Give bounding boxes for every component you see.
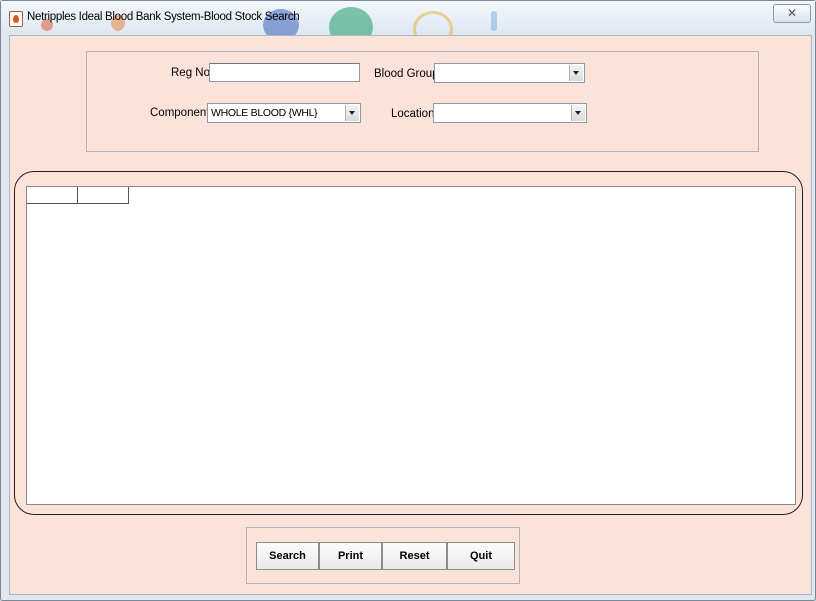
component-select[interactable]: WHOLE BLOOD {WHL} [207,103,361,123]
button-panel: Search Print Reset Quit [246,527,520,584]
blood-group-label: Blood Group [374,68,439,80]
chevron-down-icon[interactable] [571,105,585,121]
location-select[interactable] [433,103,587,123]
client-area: Reg No. Blood Group Component WHOLE BLOO… [9,35,812,595]
close-button[interactable]: ✕ [773,4,811,23]
chevron-down-icon[interactable] [569,65,583,81]
filter-panel: Reg No. Blood Group Component WHOLE BLOO… [86,51,759,152]
blood-drop-icon [9,11,23,27]
grid-header-cell[interactable] [78,187,129,204]
grid-header [27,187,129,204]
chevron-down-icon[interactable] [345,105,359,121]
title-bar: Netripples Ideal Blood Bank System-Blood… [1,1,815,47]
search-button[interactable]: Search [256,542,319,570]
reg-no-input[interactable] [209,63,360,82]
reset-button[interactable]: Reset [382,542,447,570]
location-label: Location [391,108,435,120]
component-value: WHOLE BLOOD {WHL} [211,107,318,119]
grid-header-cell[interactable] [27,187,78,204]
results-grid[interactable] [26,186,796,505]
titlebar-decoration [491,11,497,31]
window-title: Netripples Ideal Blood Bank System-Blood… [27,11,300,23]
results-group [14,171,803,515]
quit-button[interactable]: Quit [447,542,515,570]
print-button[interactable]: Print [319,542,382,570]
reg-no-label: Reg No. [171,67,214,79]
main-window: Netripples Ideal Blood Bank System-Blood… [0,0,816,601]
component-label: Component [150,107,210,119]
blood-group-select[interactable] [434,63,585,83]
